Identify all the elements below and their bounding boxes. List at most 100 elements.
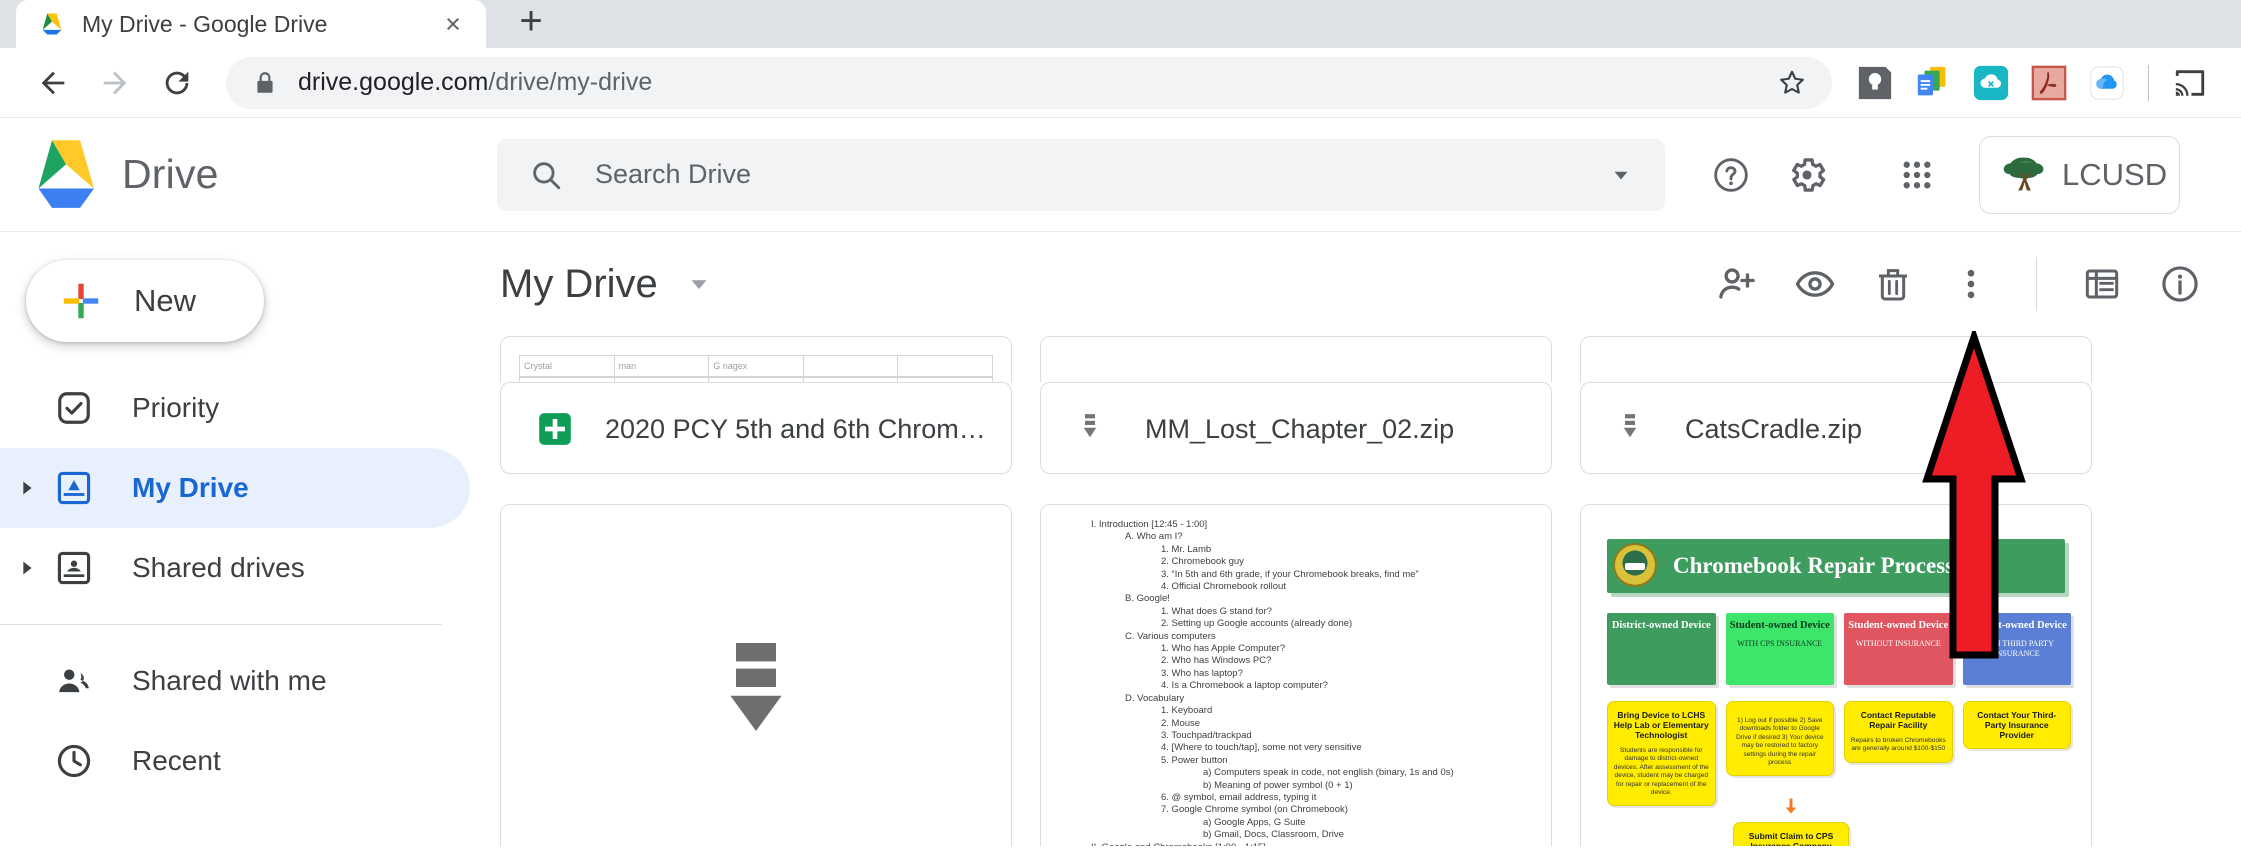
clipped-thumbnail[interactable]: [1040, 336, 1552, 382]
expand-caret-icon[interactable]: [4, 557, 50, 579]
sidebar-item-shared-drives[interactable]: Shared drives: [0, 528, 470, 608]
url-path: /drive/my-drive: [488, 68, 653, 96]
spreadsheet-cell: [802, 355, 898, 377]
main-toolbar: My Drive: [470, 232, 2241, 336]
doc-line: b) Meaning of power symbol (0 + 1): [1203, 779, 1353, 791]
sidebar-item-shared-with-me[interactable]: Shared with me: [0, 641, 470, 721]
repair-step-body: Students are responsible for damage to d…: [1613, 747, 1709, 797]
chromebook-repair-slide-preview: Chromebook Repair Process District-owned…: [1581, 505, 2091, 846]
file-grid-scroll-area[interactable]: Crystal man G nagex 2020 PCY 5th and 6th…: [470, 336, 2241, 846]
search-input[interactable]: Search Drive: [497, 138, 1665, 211]
preview-eye-icon[interactable]: [1776, 245, 1854, 323]
drive-header: Drive Search Drive LCUSD: [0, 118, 2241, 232]
sidebar-item-label: My Drive: [132, 472, 249, 503]
google-keep-extension-icon[interactable]: [1846, 54, 1904, 112]
spreadsheet-cell: [708, 377, 803, 382]
clipped-sheet-thumbnail[interactable]: Crystal man G nagex: [500, 336, 1012, 382]
my-drive-icon: [50, 469, 98, 507]
settings-gear-icon[interactable]: [1769, 137, 1845, 213]
google-docs-extension-icon[interactable]: [1904, 54, 1962, 112]
repair-step: 1) Log out if possible 2) Save downloads…: [1725, 701, 1834, 777]
more-options-kebab-icon[interactable]: [1932, 245, 2010, 323]
doc-line: 4. Official Chromebook rollout: [1161, 581, 1286, 593]
spreadsheet-row: [519, 377, 993, 382]
info-icon[interactable]: [2141, 245, 2219, 323]
new-tab-button[interactable]: +: [504, 0, 558, 48]
doc-line: 2. Who has Windows PC?: [1161, 655, 1272, 667]
device-category: Student-owned Device WITH THIRD PARTY IN…: [1962, 613, 2071, 685]
google-apps-grid-icon[interactable]: [1879, 137, 1955, 213]
search-placeholder: Search Drive: [595, 159, 752, 189]
doc-line: 2. Setting up Google accounts (already d…: [1161, 618, 1353, 630]
doc-line: 3. “In 5th and 6th grade, if your Chrome…: [1161, 568, 1419, 580]
share-add-person-icon[interactable]: [1698, 245, 1776, 323]
sidebar-item-label: Shared with me: [132, 665, 327, 696]
new-button[interactable]: New: [26, 260, 264, 342]
drive-home-link[interactable]: Drive: [0, 138, 497, 212]
doc-line: 4. [Where to touch/tap], some not very s…: [1161, 742, 1362, 754]
spreadsheet-cell: [613, 377, 709, 382]
file-card[interactable]: [500, 504, 1012, 846]
device-category-sub: WITH THIRD PARTY INSURANCE: [1979, 639, 2054, 658]
repair-step: Contact Reputable Repair Facility Repair…: [1844, 701, 1953, 763]
chevron-down-icon[interactable]: [676, 261, 722, 307]
doc-line: 1. What does G stand for?: [1161, 605, 1272, 617]
priority-check-icon: [50, 389, 98, 427]
account-chip[interactable]: LCUSD: [1979, 135, 2181, 214]
expand-caret-icon[interactable]: [4, 477, 50, 499]
browser-tab-title: My Drive - Google Drive: [82, 10, 328, 37]
breadcrumb[interactable]: My Drive: [500, 262, 658, 307]
doc-line: a) Computers speak in code, not english …: [1203, 767, 1454, 779]
doc-line: I. Introduction [12:45 - 1:00]: [1091, 519, 1208, 530]
document-thumbnail: I. Introduction [12:45 - 1:00] A. Who am…: [1041, 505, 1551, 846]
device-category-title: Student-owned Device: [1848, 620, 1949, 631]
file-card-row: CatsCradle.zip: [1581, 383, 2091, 473]
file-card[interactable]: CatsCradle.zip: [1580, 382, 2092, 474]
repair-step: Contact Your Third-Party Insurance Provi…: [1962, 701, 2071, 749]
teal-cloud-extension-icon[interactable]: [1962, 54, 2020, 112]
clipped-thumbnail[interactable]: [1580, 336, 2092, 382]
device-category-title: Student-owned Device: [1729, 620, 1830, 631]
list-view-icon[interactable]: [2063, 245, 2141, 323]
sidebar-item-priority[interactable]: Priority: [0, 368, 470, 448]
file-card[interactable]: 2020 PCY 5th and 6th Chrome…: [500, 382, 1012, 474]
doc-line: 3. Who has laptop?: [1161, 667, 1243, 679]
browser-extensions: [1846, 54, 2219, 112]
zip-archive-large-icon: [708, 635, 804, 745]
forward-arrow-icon[interactable]: [84, 52, 146, 114]
slide-thumbnail: Chromebook Repair Process District-owned…: [1581, 505, 2091, 846]
blue-cloud-extension-icon[interactable]: [2078, 54, 2136, 112]
file-card[interactable]: MM_Lost_Chapter_02.zip: [1040, 382, 1552, 474]
browser-tab[interactable]: My Drive - Google Drive ×: [16, 0, 486, 48]
doc-line: 3. Touchpad/trackpad: [1161, 729, 1252, 741]
doc-line: 1. Mr. Lamb: [1161, 543, 1212, 555]
spreadsheet-cell: Crystal: [519, 355, 614, 377]
close-icon[interactable]: ×: [436, 7, 470, 41]
device-category-title: District-owned Device: [1611, 620, 1711, 631]
device-category: Student-owned Device WITH CPS INSURANCE: [1725, 613, 1834, 685]
doc-line: II. Google and Chromebooks [1:00 - 1:15]: [1057, 842, 1535, 846]
address-bar[interactable]: drive.google.com/drive/my-drive: [226, 56, 1832, 109]
cast-icon[interactable]: [2161, 54, 2219, 112]
file-name: 2020 PCY 5th and 6th Chrome…: [605, 413, 987, 444]
sidebar-item-my-drive[interactable]: My Drive: [0, 448, 470, 528]
main-content: My Drive Crystal man G nagex 2020 PCY 5t…: [470, 232, 2241, 846]
zip-archive-icon: [1615, 409, 1655, 449]
search-options-caret-icon[interactable]: [1601, 155, 1641, 195]
adobe-acrobat-extension-icon[interactable]: [2020, 54, 2078, 112]
trash-icon[interactable]: [1854, 245, 1932, 323]
sidebar-divider: [0, 624, 442, 625]
back-arrow-icon[interactable]: [22, 52, 84, 114]
doc-line: a) Google Apps, G Suite: [1203, 816, 1306, 828]
lock-icon: [252, 70, 278, 96]
sidebar-item-recent[interactable]: Recent: [0, 721, 470, 801]
device-category: Student-owned Device WITHOUT INSURANCE: [1844, 613, 1953, 685]
search-container: Search Drive: [497, 138, 1693, 211]
bookmark-star-icon[interactable]: [1766, 57, 1818, 109]
doc-line: b) Gmail, Docs, Classroom, Drive: [1203, 829, 1344, 841]
file-card[interactable]: I. Introduction [12:45 - 1:00] A. Who am…: [1040, 504, 1552, 846]
help-icon[interactable]: [1693, 137, 1769, 213]
reload-icon[interactable]: [146, 52, 208, 114]
file-card[interactable]: Chromebook Repair Process District-owned…: [1580, 504, 2092, 846]
file-grid: 2020 PCY 5th and 6th Chrome… MM_Lost_Cha…: [470, 382, 2241, 846]
